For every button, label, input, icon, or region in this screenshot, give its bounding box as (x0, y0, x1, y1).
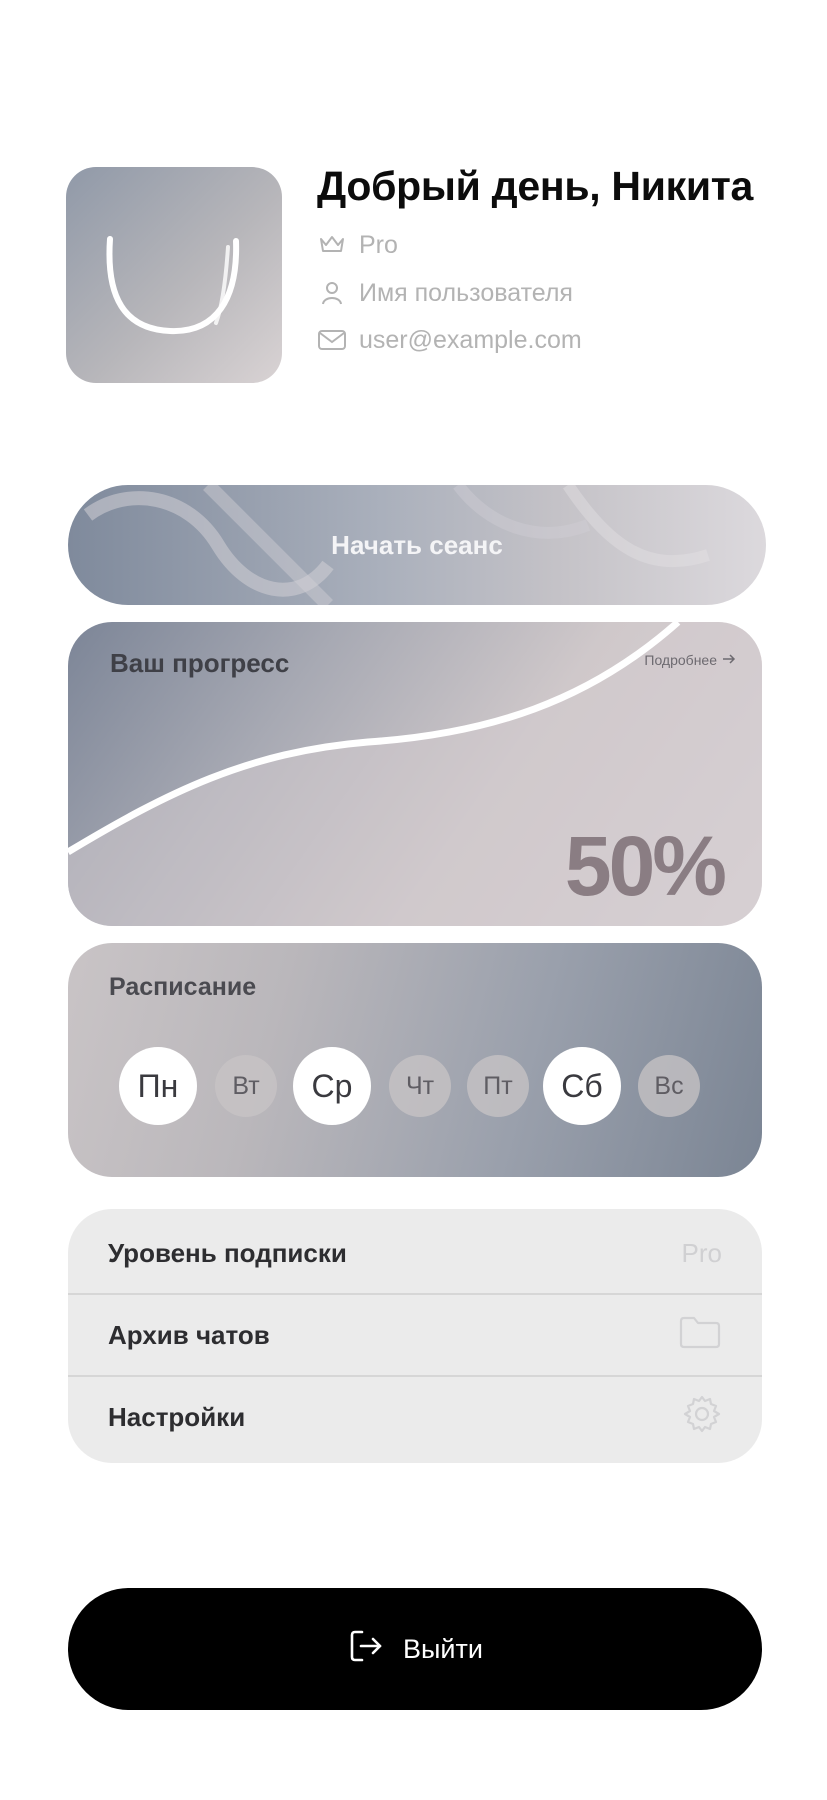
crown-icon (317, 230, 347, 260)
logout-label: Выйти (403, 1633, 483, 1664)
email-row: user@example.com (317, 324, 582, 356)
menu-item-label: Настройки (108, 1401, 246, 1432)
progress-card[interactable]: Ваш прогресс Подробнее 50% (68, 622, 762, 926)
progress-more-link[interactable]: Подробнее (644, 652, 736, 668)
mail-icon (317, 325, 347, 355)
progress-value: 50% (564, 819, 727, 913)
day-thu[interactable]: Чт (389, 1055, 451, 1117)
progress-more-label: Подробнее (644, 652, 717, 668)
menu-item-subscription[interactable]: Уровень подписки Pro (68, 1213, 762, 1293)
logout-button[interactable]: Выйти (68, 1588, 762, 1710)
arrow-right-icon (722, 652, 736, 668)
user-icon (317, 278, 347, 308)
progress-title: Ваш прогресс (110, 648, 290, 678)
menu-item-settings[interactable]: Настройки (68, 1377, 762, 1457)
day-sat[interactable]: Сб (543, 1047, 621, 1125)
schedule-card: Расписание Пн Вт Ср Чт Пт Сб Вс (68, 943, 762, 1177)
day-tue[interactable]: Вт (215, 1055, 277, 1117)
username-label: Имя пользователя (359, 278, 573, 307)
day-mon[interactable]: Пн (119, 1047, 197, 1125)
start-session-label: Начать сеанс (331, 529, 503, 560)
email-label: user@example.com (359, 325, 582, 354)
subscription-level-value: Pro (681, 1237, 722, 1268)
menu-item-label: Уровень подписки (108, 1237, 347, 1268)
schedule-title: Расписание (109, 973, 257, 1001)
day-sun[interactable]: Вс (638, 1055, 700, 1117)
greeting-title: Добрый день, Никита (317, 163, 754, 209)
plan-label: Pro (359, 230, 398, 259)
day-wed[interactable]: Ср (293, 1047, 371, 1125)
plan-row: Pro (317, 229, 398, 261)
menu-item-label: Архив чатов (108, 1319, 270, 1350)
day-fri[interactable]: Пт (467, 1055, 529, 1117)
menu-card: Уровень подписки Pro Архив чатов Настрой… (68, 1209, 762, 1463)
gear-icon (682, 1394, 722, 1441)
menu-item-chat-archive[interactable]: Архив чатов (68, 1295, 762, 1375)
logo-icon (106, 236, 240, 335)
profile-avatar[interactable] (66, 167, 282, 383)
start-session-button[interactable]: Начать сеанс (68, 485, 766, 605)
username-row: Имя пользователя (317, 277, 573, 309)
logout-icon (347, 1627, 385, 1672)
folder-icon (678, 1314, 722, 1357)
